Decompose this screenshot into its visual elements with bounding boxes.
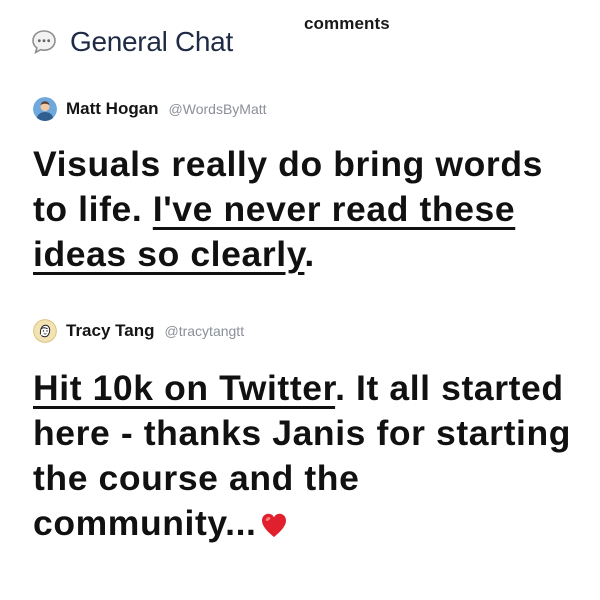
avatar[interactable] [33, 97, 57, 121]
comments-label: comments [304, 14, 390, 33]
message-text: Visuals really do bring words to life. I… [33, 142, 583, 277]
chat-post: Tracy Tang @tracytangtt Hit 10k on Twitt… [33, 318, 583, 546]
message-text-part: . [304, 234, 315, 274]
message-text: Hit 10k on Twitter. It all started here … [33, 366, 583, 546]
message-underlined-text: Hit 10k on Twitter [33, 368, 336, 408]
author-name[interactable]: Tracy Tang [66, 321, 155, 341]
channel-header: General Chat [30, 24, 233, 60]
author-name[interactable]: Matt Hogan [66, 99, 159, 119]
author-handle[interactable]: @WordsByMatt [169, 101, 267, 117]
chat-post: Matt Hogan @WordsByMatt Visuals really d… [33, 96, 583, 277]
post-author-row: Tracy Tang @tracytangtt [33, 318, 583, 344]
author-handle[interactable]: @tracytangtt [165, 323, 245, 339]
post-author-row: Matt Hogan @WordsByMatt [33, 96, 583, 122]
avatar[interactable] [33, 319, 57, 343]
heart-icon [261, 513, 286, 537]
channel-title: General Chat [70, 26, 233, 57]
chat-bubble-icon [32, 30, 56, 55]
